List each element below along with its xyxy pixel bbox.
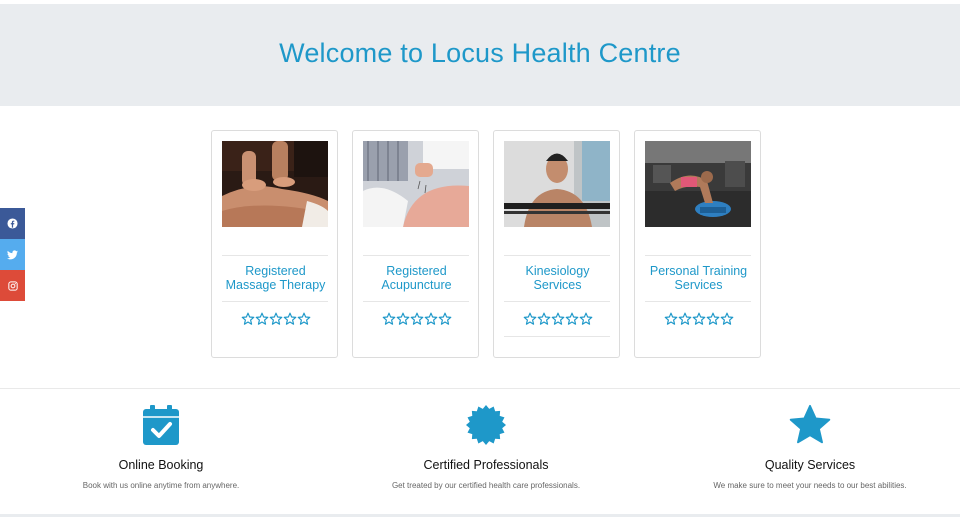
rating-star-icon[interactable] bbox=[269, 312, 283, 326]
feature-online-booking: Online Booking Book with us online anyti… bbox=[11, 402, 311, 490]
service-title-line: Registered bbox=[386, 264, 447, 278]
feature-title: Quality Services bbox=[764, 458, 856, 472]
rating-star-icon[interactable] bbox=[720, 312, 734, 326]
rating-star-icon[interactable] bbox=[692, 312, 706, 326]
star-icon bbox=[789, 404, 831, 444]
service-title-line: Acupuncture bbox=[381, 278, 452, 292]
service-card-kinesiology[interactable]: Kinesiology Services bbox=[493, 130, 620, 358]
card-divider bbox=[363, 301, 469, 302]
rating-star-icon[interactable] bbox=[537, 312, 551, 326]
service-title[interactable]: Personal Training Services bbox=[639, 264, 758, 292]
facebook-icon bbox=[7, 218, 18, 229]
service-title[interactable]: Registered Acupuncture bbox=[357, 264, 476, 292]
feature-title: Certified Professionals bbox=[423, 458, 549, 472]
facebook-button[interactable] bbox=[0, 208, 25, 239]
service-title-line: Personal Training bbox=[649, 264, 748, 278]
personal-training-photo[interactable] bbox=[645, 141, 751, 227]
card-divider bbox=[222, 255, 328, 256]
hero-banner: Welcome to Locus Health Centre bbox=[0, 4, 960, 106]
service-title-line: Massage Therapy bbox=[225, 278, 326, 292]
feature-description: We make sure to meet your needs to our b… bbox=[713, 481, 907, 490]
feature-description: Get treated by our certified health care… bbox=[391, 481, 581, 490]
rating-star-icon[interactable] bbox=[255, 312, 269, 326]
acupuncture-photo[interactable] bbox=[363, 141, 469, 227]
card-divider bbox=[504, 336, 610, 337]
rating-star-icon[interactable] bbox=[438, 312, 452, 326]
rating-star-icon[interactable] bbox=[283, 312, 297, 326]
card-divider bbox=[504, 301, 610, 302]
massage-photo[interactable] bbox=[222, 141, 328, 227]
card-divider bbox=[363, 255, 469, 256]
rating-star-icon[interactable] bbox=[241, 312, 255, 326]
rating-star-icon[interactable] bbox=[678, 312, 692, 326]
twitter-button[interactable] bbox=[0, 239, 25, 270]
service-title-line: Services bbox=[674, 278, 723, 292]
star-rating[interactable] bbox=[635, 312, 762, 326]
rating-star-icon[interactable] bbox=[424, 312, 438, 326]
feature-quality-services: Quality Services We make sure to meet yo… bbox=[660, 402, 960, 490]
rating-star-icon[interactable] bbox=[551, 312, 565, 326]
card-divider bbox=[645, 301, 751, 302]
section-divider bbox=[0, 388, 960, 389]
kinesiology-photo[interactable] bbox=[504, 141, 610, 227]
certificate-icon bbox=[466, 405, 506, 445]
rating-star-icon[interactable] bbox=[664, 312, 678, 326]
rating-star-icon[interactable] bbox=[297, 312, 311, 326]
instagram-icon bbox=[7, 280, 18, 291]
rating-star-icon[interactable] bbox=[523, 312, 537, 326]
rating-star-icon[interactable] bbox=[579, 312, 593, 326]
feature-title: Online Booking bbox=[118, 458, 204, 472]
star-rating[interactable] bbox=[212, 312, 339, 326]
rating-star-icon[interactable] bbox=[396, 312, 410, 326]
service-card-massage[interactable]: Registered Massage Therapy bbox=[211, 130, 338, 358]
star-rating[interactable] bbox=[494, 312, 621, 326]
feature-certified-professionals: Certified Professionals Get treated by o… bbox=[336, 402, 636, 490]
service-title[interactable]: Registered Massage Therapy bbox=[216, 264, 335, 292]
social-sidebar bbox=[0, 208, 25, 301]
service-title-line: Registered bbox=[245, 264, 306, 278]
service-title-line: Kinesiology bbox=[525, 264, 590, 278]
rating-star-icon[interactable] bbox=[706, 312, 720, 326]
page-title: Welcome to Locus Health Centre bbox=[279, 38, 681, 68]
calendar-check-icon bbox=[143, 405, 179, 445]
rating-star-icon[interactable] bbox=[382, 312, 396, 326]
rating-star-icon[interactable] bbox=[565, 312, 579, 326]
service-title-line: Services bbox=[533, 278, 582, 292]
feature-description: Book with us online anytime from anywher… bbox=[82, 481, 240, 490]
service-card-personal-training[interactable]: Personal Training Services bbox=[634, 130, 761, 358]
twitter-icon bbox=[7, 249, 18, 259]
service-card-acupuncture[interactable]: Registered Acupuncture bbox=[352, 130, 479, 358]
card-divider bbox=[222, 301, 328, 302]
service-title[interactable]: Kinesiology Services bbox=[498, 264, 617, 292]
card-divider bbox=[645, 255, 751, 256]
instagram-button[interactable] bbox=[0, 270, 25, 301]
star-rating[interactable] bbox=[353, 312, 480, 326]
card-divider bbox=[504, 255, 610, 256]
rating-star-icon[interactable] bbox=[410, 312, 424, 326]
